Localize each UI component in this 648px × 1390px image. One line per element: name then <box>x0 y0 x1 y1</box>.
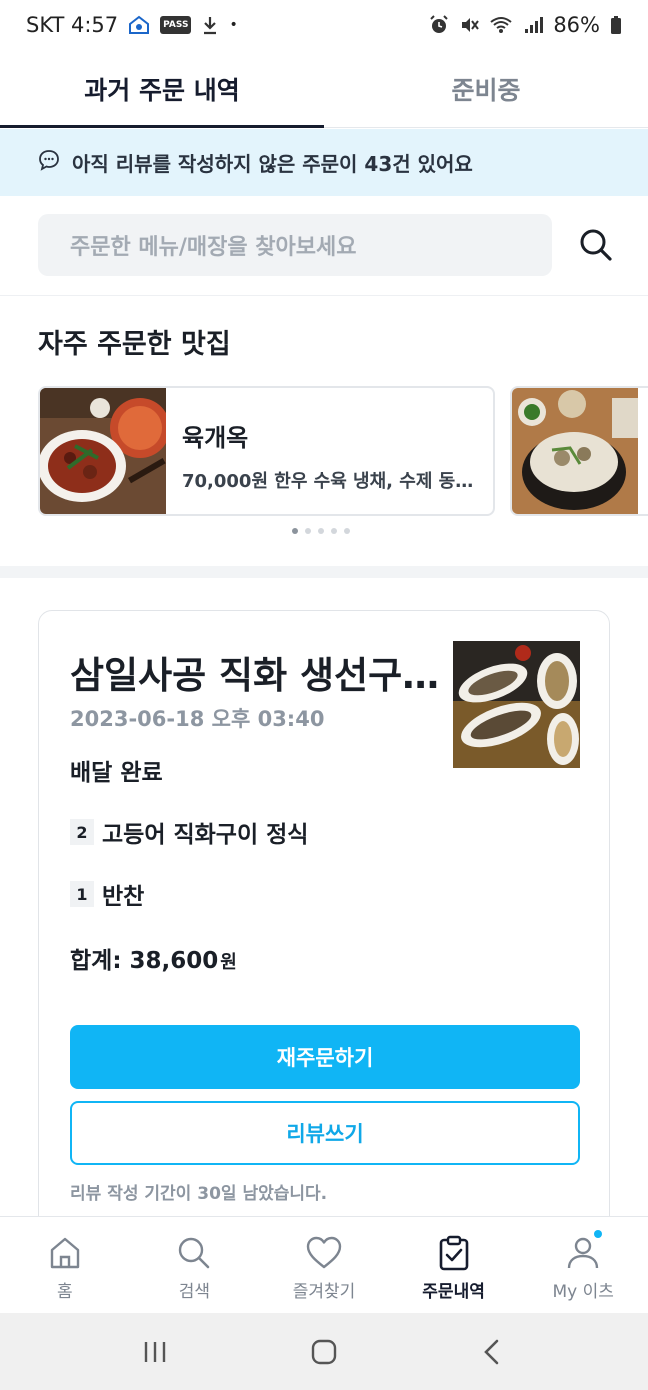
item-quantity: 1 <box>70 881 94 907</box>
frequent-section-title: 자주 주문한 맛집 <box>38 329 231 360</box>
system-nav-bar <box>0 1313 648 1390</box>
notification-badge <box>594 1230 603 1238</box>
chat-bubble-icon <box>38 149 60 176</box>
order-search-input[interactable]: 주문한 메뉴/매장을 찾아보세요 <box>38 214 552 276</box>
status-right: 86% <box>429 13 622 37</box>
carousel-dot[interactable] <box>344 528 350 534</box>
nav-label: 주문내역 <box>422 1282 485 1302</box>
battery-percent: 86% <box>553 13 600 37</box>
order-total-amount: 합계: 38,600 <box>70 948 219 974</box>
frequent-store-card[interactable]: 육개옥 70,000원 한우 수육 냉채, 수제 동… <box>38 386 495 516</box>
carousel-dot[interactable] <box>305 528 311 534</box>
review-banner-text: 아직 리뷰를 작성하지 않은 주문이 43건 있어요 <box>72 152 473 176</box>
carousel-dot[interactable] <box>292 528 298 534</box>
order-item: 2 고등어 직화구이 정식 <box>70 815 308 849</box>
recent-apps-button[interactable] <box>135 1332 175 1372</box>
nav-label: 즐겨찾기 <box>292 1282 356 1302</box>
write-review-button[interactable]: 리뷰쓰기 <box>70 1101 580 1165</box>
item-name: 고등어 직화구이 정식 <box>102 822 309 848</box>
order-status: 배달 완료 <box>70 760 163 786</box>
store-description: 70,000원 한우 수육 냉채, 수제 동… <box>182 471 474 492</box>
frequent-store-card[interactable] <box>510 386 648 516</box>
home-badge-icon <box>128 15 150 35</box>
nav-label: 홈 <box>56 1282 73 1302</box>
nav-orders[interactable]: 주문내역 <box>389 1217 519 1313</box>
section-divider <box>0 566 648 578</box>
bottom-nav: 홈 검색 즐겨찾기 주문내역 My 이츠 <box>0 1216 648 1313</box>
search-icon <box>580 229 612 261</box>
nav-label: 검색 <box>178 1282 211 1302</box>
review-deadline-note: 리뷰 작성 기간이 30일 남았습니다. <box>70 1184 328 1204</box>
heart-icon <box>306 1236 342 1269</box>
search-placeholder: 주문한 메뉴/매장을 찾아보세요 <box>70 235 357 260</box>
nav-home[interactable]: 홈 <box>0 1217 130 1313</box>
nav-search[interactable]: 검색 <box>130 1217 260 1313</box>
carousel-dot[interactable] <box>331 528 337 534</box>
carousel-dots <box>292 528 350 534</box>
item-quantity: 2 <box>70 819 94 845</box>
status-bar: SKT 4:57 PASS • 86% <box>0 0 648 50</box>
store-photo <box>512 388 638 514</box>
wifi-icon <box>489 15 513 35</box>
divider <box>0 295 648 296</box>
tab-past-orders[interactable]: 과거 주문 내역 <box>0 50 324 128</box>
tab-preparing[interactable]: 준비중 <box>324 50 648 127</box>
carrier-time: SKT 4:57 <box>26 13 119 37</box>
nav-label: My 이츠 <box>552 1282 614 1302</box>
order-date: 2023-06-18 오후 03:40 <box>70 707 325 731</box>
battery-icon <box>610 15 622 35</box>
store-photo <box>40 388 170 514</box>
search-button[interactable] <box>576 225 616 265</box>
nav-favorites[interactable]: 즐겨찾기 <box>259 1217 389 1313</box>
mute-icon <box>459 15 480 35</box>
status-left: SKT 4:57 PASS • <box>26 13 238 37</box>
person-icon <box>567 1237 599 1269</box>
order-item: 1 반찬 <box>70 877 144 911</box>
clipboard-check-icon <box>439 1235 468 1271</box>
back-button[interactable] <box>473 1332 513 1372</box>
item-name: 반찬 <box>102 884 145 910</box>
notification-dot: • <box>229 17 238 33</box>
alarm-icon <box>429 15 449 35</box>
download-icon <box>201 15 219 35</box>
store-name: 육개옥 <box>182 424 249 452</box>
reorder-button[interactable]: 재주문하기 <box>70 1025 580 1089</box>
recent-apps-icon <box>144 1341 165 1362</box>
order-tabs: 과거 주문 내역 준비중 <box>0 50 648 128</box>
review-banner[interactable]: 아직 리뷰를 작성하지 않은 주문이 43건 있어요 <box>0 129 648 196</box>
order-total-unit: 원 <box>220 952 237 973</box>
carousel-dot[interactable] <box>318 528 324 534</box>
back-chevron-icon <box>484 1339 499 1364</box>
search-icon <box>179 1237 210 1269</box>
nav-my-eats[interactable]: My 이츠 <box>518 1217 648 1313</box>
order-store-photo <box>453 641 580 768</box>
home-system-button[interactable] <box>304 1332 344 1372</box>
order-total: 합계: 38,600 원 <box>70 941 237 975</box>
pass-app-icon: PASS <box>160 16 192 34</box>
store-info: 육개옥 70,000원 한우 수육 냉채, 수제 동… <box>166 388 474 514</box>
search-row: 주문한 메뉴/매장을 찾아보세요 <box>38 214 618 276</box>
order-store-name[interactable]: 삼일사공 직화 생선구… <box>70 645 450 699</box>
order-card[interactable]: 삼일사공 직화 생선구… 2023-06-18 오후 03:40 배달 완료 2… <box>38 610 610 1250</box>
home-icon <box>50 1237 79 1269</box>
home-square-icon <box>311 1339 337 1364</box>
signal-icon <box>523 15 544 35</box>
